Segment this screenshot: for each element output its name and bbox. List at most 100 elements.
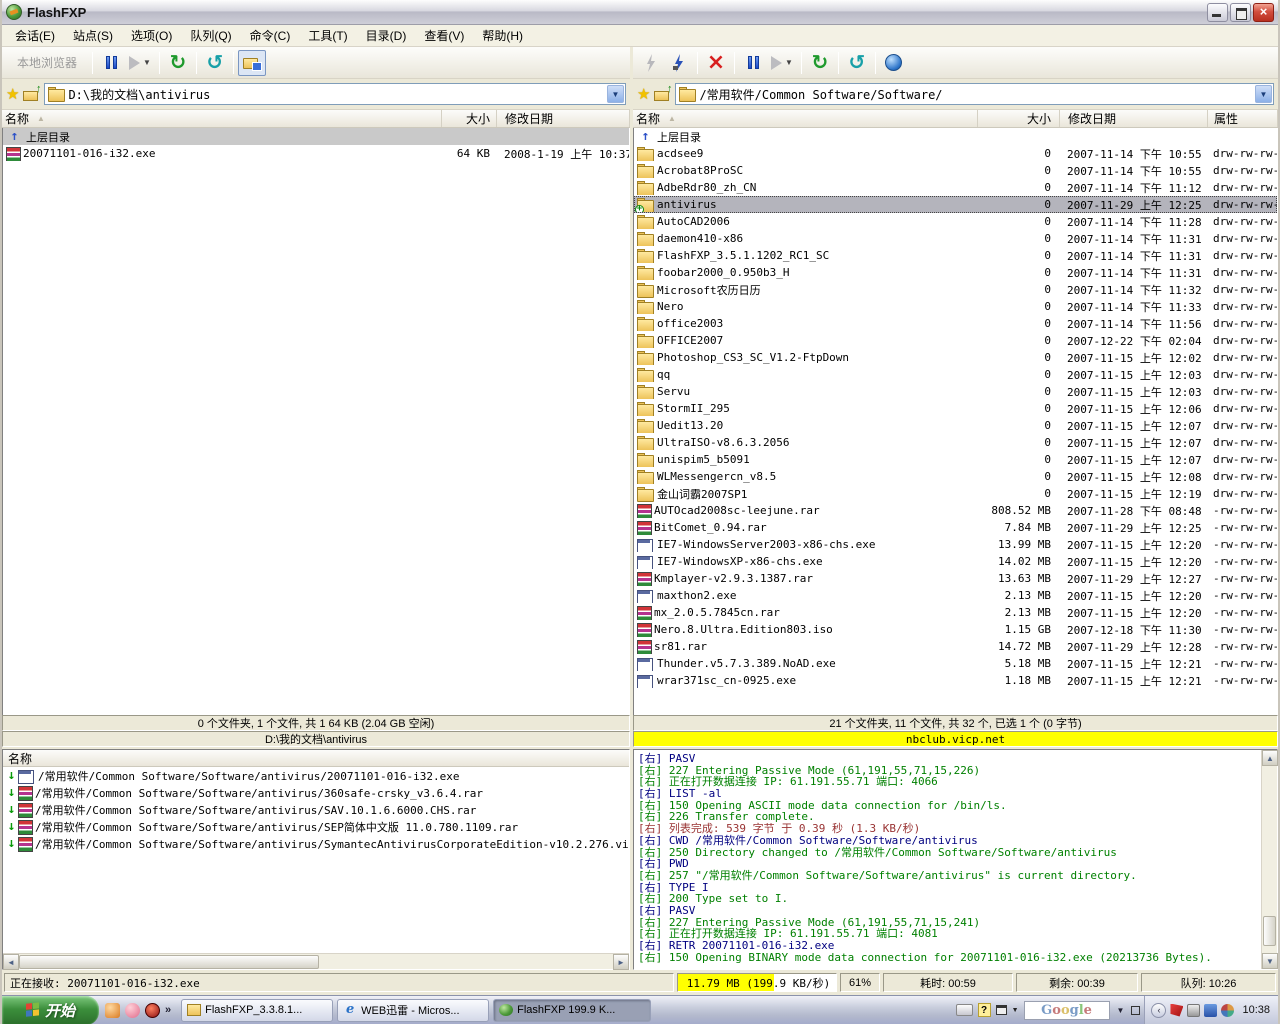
scrollbar-thumb[interactable] <box>1263 916 1276 946</box>
column-header-size[interactable]: 大小 <box>978 110 1060 127</box>
file-row[interactable]: AutoCAD200602007-11-14 下午 11:28drw-rw-rw… <box>634 213 1277 230</box>
transfer-button[interactable]: ↻ <box>806 50 834 76</box>
file-row[interactable]: Microsoft农历日历02007-11-14 下午 11:32drw-rw-… <box>634 281 1277 298</box>
file-row[interactable]: Acrobat8ProSC02007-11-14 下午 10:55drw-rw-… <box>634 162 1277 179</box>
column-header-date[interactable]: 修改日期 <box>497 110 630 127</box>
tray-icon-sphere[interactable] <box>1221 1004 1234 1017</box>
close-button[interactable]: × <box>1253 3 1274 22</box>
file-row[interactable]: ↑上层目录 <box>3 128 629 145</box>
file-row[interactable]: Nero02007-11-14 下午 11:33drw-rw-rw- <box>634 298 1277 315</box>
file-row[interactable]: 金山词霸2007SP102007-11-15 上午 12:19drw-rw-rw… <box>634 485 1277 502</box>
tray-icon-gray[interactable] <box>1187 1004 1200 1017</box>
column-header-size[interactable]: 大小 <box>442 110 497 127</box>
quick-connect-button[interactable] <box>637 50 665 76</box>
local-browser-button[interactable]: 本地浏览器 <box>6 50 88 76</box>
file-row[interactable]: Kmplayer-v2.9.3.1387.rar13.63 MB2007-11-… <box>634 570 1277 587</box>
file-row[interactable]: Nero.8.Ultra.Edition803.iso1.15 GB2007-1… <box>634 621 1277 638</box>
tray-collapse-chevron[interactable]: ‹ <box>1151 1003 1166 1018</box>
chevron-down-icon[interactable]: ▼ <box>1012 1007 1019 1014</box>
refresh-button[interactable]: ↺ <box>201 50 229 76</box>
file-row[interactable]: OFFICE200702007-12-22 下午 02:04drw-rw-rw- <box>634 332 1277 349</box>
keyboard-icon[interactable] <box>956 1004 973 1016</box>
menu-item[interactable]: 会话(E) <box>6 25 64 46</box>
file-row[interactable]: daemon410-x8602007-11-14 下午 11:31drw-rw-… <box>634 230 1277 247</box>
menu-item[interactable]: 工具(T) <box>299 25 356 46</box>
help-icon[interactable]: ? <box>978 1003 991 1017</box>
google-search-box[interactable]: Google <box>1024 1001 1110 1020</box>
file-row[interactable]: Thunder.v5.7.3.389.NoAD.exe5.18 MB2007-1… <box>634 655 1277 672</box>
transfer-button[interactable]: ↻ <box>164 50 192 76</box>
google-window-icon[interactable] <box>1131 1006 1140 1015</box>
file-row[interactable]: WLMessengercn_v8.502007-11-15 上午 12:08dr… <box>634 468 1277 485</box>
file-row[interactable]: qq02007-11-15 上午 12:03drw-rw-rw- <box>634 366 1277 383</box>
file-row[interactable]: sr81.rar14.72 MB2007-11-29 上午 12:28-rw-r… <box>634 638 1277 655</box>
file-row[interactable]: foobar2000_0.950b3_H02007-11-14 下午 11:31… <box>634 264 1277 281</box>
up-directory-icon[interactable] <box>23 88 40 101</box>
task-button[interactable]: eWEB迅雷 - Micros... <box>337 999 489 1022</box>
restore-button[interactable] <box>1230 3 1251 22</box>
quick-launch-icon[interactable] <box>105 1003 120 1018</box>
menu-item[interactable]: 查看(V) <box>415 25 473 46</box>
quick-launch-more-chevron[interactable]: » <box>165 1004 171 1016</box>
file-row[interactable]: acdsee902007-11-14 下午 10:55drw-rw-rw- <box>634 145 1277 162</box>
file-row[interactable]: StormII_29502007-11-15 上午 12:06drw-rw-rw… <box>634 400 1277 417</box>
google-dropdown-icon[interactable]: ▼ <box>1117 1006 1125 1015</box>
file-row[interactable]: IE7-WindowsXP-x86-chs.exe14.02 MB2007-11… <box>634 553 1277 570</box>
menu-item[interactable]: 选项(O) <box>122 25 181 46</box>
file-row[interactable]: IE7-WindowsServer2003-x86-chs.exe13.99 M… <box>634 536 1277 553</box>
log-vertical-scrollbar[interactable]: ▲ ▼ <box>1261 750 1277 969</box>
file-row[interactable]: 20071101-016-i32.exe64 KB2008-1-19 上午 10… <box>3 145 629 162</box>
refresh-button[interactable]: ↺ <box>843 50 871 76</box>
queue-item[interactable]: ↓/常用软件/Common Software/Software/antiviru… <box>3 784 629 801</box>
menu-item[interactable]: 队列(Q) <box>181 25 240 46</box>
task-button[interactable]: FlashFXP 199.9 K... <box>493 999 651 1022</box>
file-row[interactable]: FlashFXP_3.5.1.1202_RC1_SC02007-11-14 下午… <box>634 247 1277 264</box>
queue-item[interactable]: ↓/常用软件/Common Software/Software/antiviru… <box>3 818 629 835</box>
pause-button[interactable] <box>739 50 767 76</box>
menu-item[interactable]: 目录(D) <box>357 25 416 46</box>
scroll-up-icon[interactable]: ▲ <box>1262 750 1278 766</box>
file-row[interactable]: office200302007-11-14 下午 11:56drw-rw-rw- <box>634 315 1277 332</box>
queue-column-header[interactable]: 名称 <box>3 750 629 767</box>
file-row[interactable]: mx_2.0.5.7845cn.rar2.13 MB2007-11-15 上午 … <box>634 604 1277 621</box>
scroll-down-icon[interactable]: ▼ <box>1262 953 1278 969</box>
file-row[interactable]: AdbeRdr80_zh_CN02007-11-14 下午 11:12drw-r… <box>634 179 1277 196</box>
column-header-name[interactable]: 名称▲ <box>2 110 442 127</box>
disconnect-button[interactable]: × <box>702 50 730 76</box>
file-row[interactable]: Photoshop_CS3_SC_V1.2-FtpDown02007-11-15… <box>634 349 1277 366</box>
pause-button[interactable] <box>97 50 125 76</box>
favorites-star-icon[interactable]: ★ <box>637 85 650 103</box>
favorites-star-icon[interactable]: ★ <box>6 85 19 103</box>
column-header-date[interactable]: 修改日期 <box>1060 110 1208 127</box>
connect-button[interactable] <box>665 50 693 76</box>
site-browser-button[interactable] <box>880 50 908 76</box>
file-row[interactable]: +antivirus02007-11-29 上午 12:25drw-rw-rw- <box>634 196 1277 213</box>
queue-horizontal-scrollbar[interactable]: ◄ ► <box>3 953 629 969</box>
up-directory-icon[interactable] <box>654 88 671 101</box>
menu-item[interactable]: 帮助(H) <box>473 25 532 46</box>
queue-item[interactable]: ↓/常用软件/Common Software/Software/antiviru… <box>3 835 629 852</box>
file-row[interactable]: Uedit13.2002007-11-15 上午 12:07drw-rw-rw- <box>634 417 1277 434</box>
file-row[interactable]: BitComet_0.94.rar7.84 MB2007-11-29 上午 12… <box>634 519 1277 536</box>
menu-item[interactable]: 站点(S) <box>64 25 122 46</box>
scroll-left-icon[interactable]: ◄ <box>3 954 19 970</box>
column-header-attr[interactable]: 属性 <box>1208 110 1278 127</box>
go-button[interactable]: ▼ <box>767 50 797 76</box>
file-row[interactable]: ↑上层目录 <box>634 128 1277 145</box>
local-path-combobox[interactable]: D:\我的文档\antivirus ▼ <box>44 83 626 105</box>
file-row[interactable]: UltraISO-v8.6.3.205602007-11-15 上午 12:07… <box>634 434 1277 451</box>
file-row[interactable]: AUTOcad2008sc-leejune.rar808.52 MB2007-1… <box>634 502 1277 519</box>
file-row[interactable]: unispim5_b509102007-11-15 上午 12:07drw-rw… <box>634 451 1277 468</box>
scrollbar-thumb[interactable] <box>19 955 319 969</box>
queue-item[interactable]: ↓/常用软件/Common Software/Software/antiviru… <box>3 801 629 818</box>
combobox-dropdown-button[interactable]: ▼ <box>1255 85 1272 103</box>
task-button[interactable]: FlashFXP_3.3.8.1... <box>181 999 333 1022</box>
start-button[interactable]: 开始 <box>2 996 99 1024</box>
tray-icon-flashget[interactable] <box>1170 1004 1183 1017</box>
combobox-dropdown-button[interactable]: ▼ <box>607 85 624 103</box>
folder-view-button[interactable] <box>238 50 266 76</box>
remote-path-combobox[interactable]: /常用软件/Common Software/Software/ ▼ <box>675 83 1274 105</box>
file-row[interactable]: maxthon2.exe2.13 MB2007-11-15 上午 12:20-r… <box>634 587 1277 604</box>
column-header-name[interactable]: 名称▲ <box>633 110 978 127</box>
quick-launch-icon[interactable] <box>145 1003 160 1018</box>
